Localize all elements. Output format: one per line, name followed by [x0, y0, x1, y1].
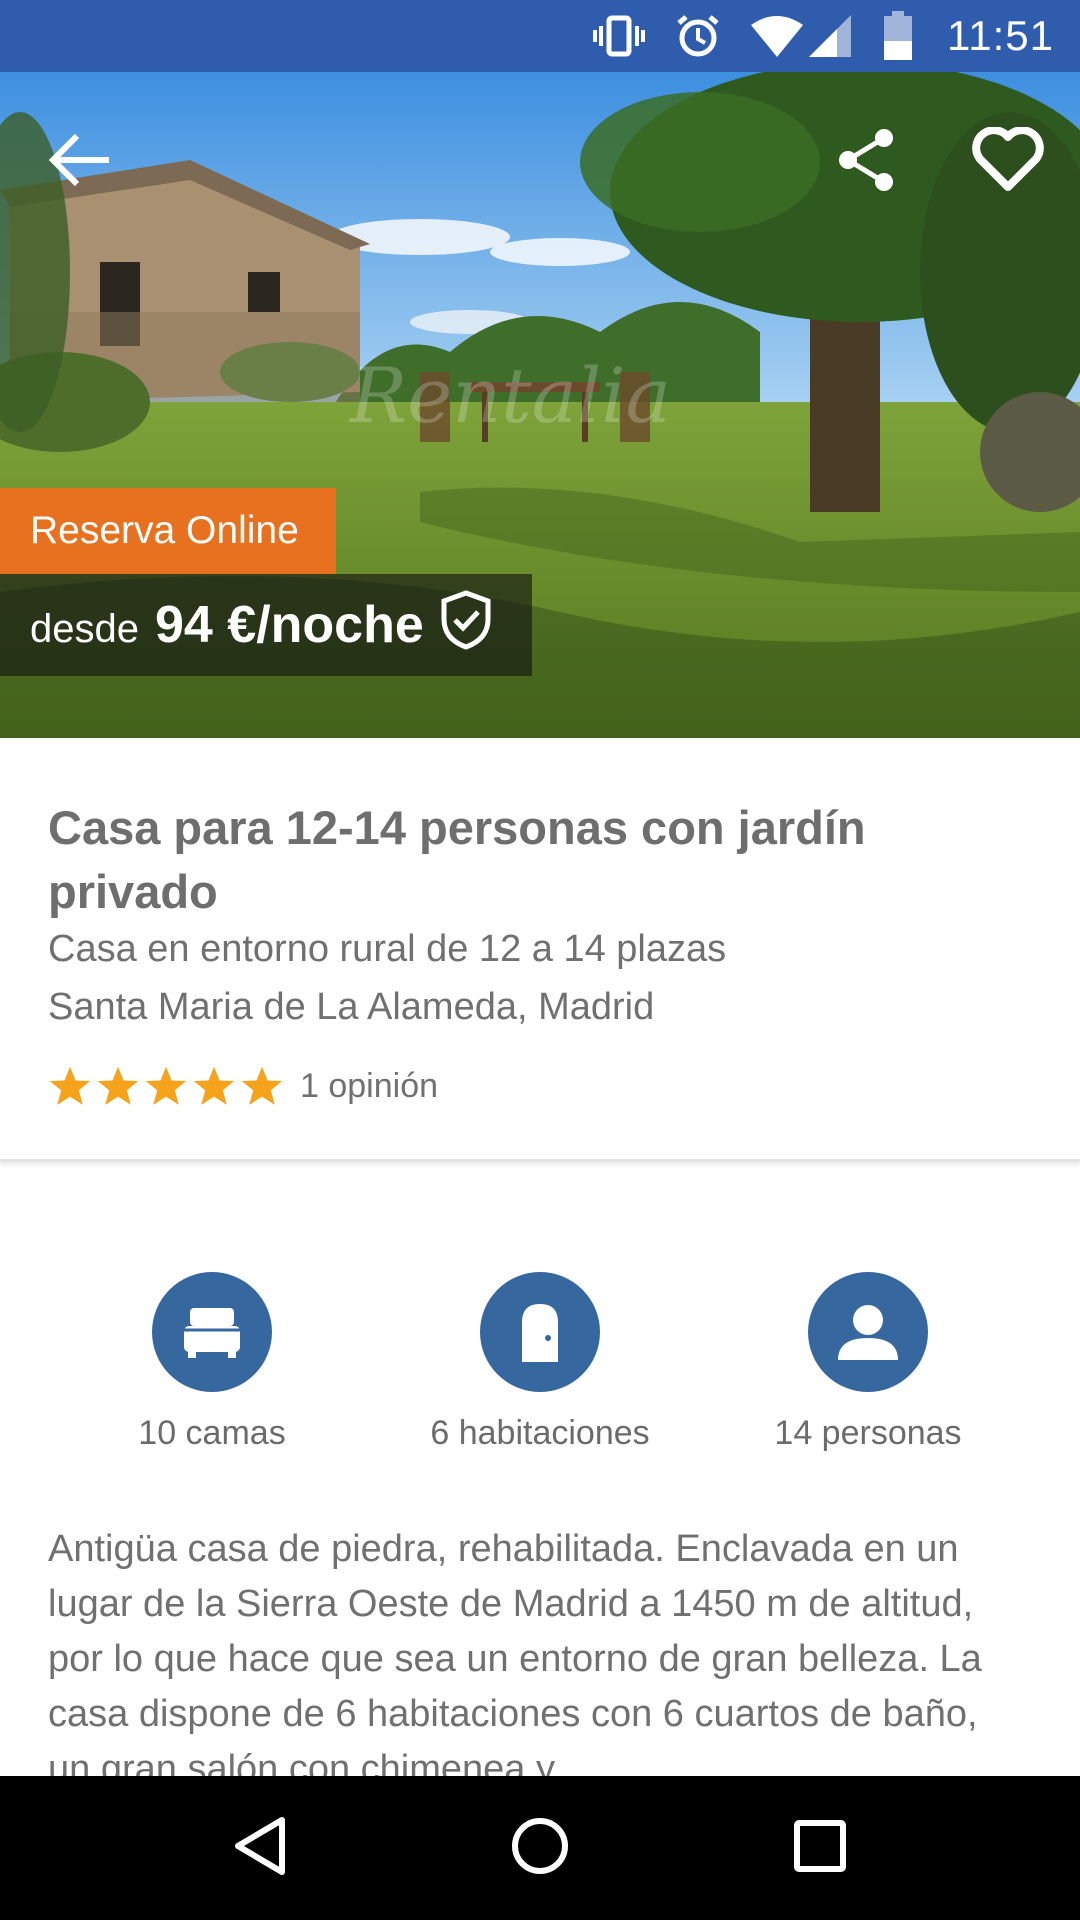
listing-title: Casa para 12-14 personas con jardín priv… [48, 801, 866, 918]
opinions-count: 1 opinión [300, 1066, 439, 1105]
online-booking-badge: Reserva Online [0, 488, 336, 574]
feature-beds: 10 camas [62, 1272, 362, 1453]
person-icon [808, 1272, 928, 1392]
rooms-label: 6 habitaciones [430, 1414, 650, 1452]
online-booking-label: Reserva Online [30, 509, 299, 552]
feature-guests: 14 personas [718, 1272, 1018, 1453]
nav-recents-icon [793, 1819, 847, 1878]
rating-row[interactable]: 1 opinión [48, 1064, 438, 1108]
nav-back-button[interactable] [205, 1793, 315, 1903]
heart-icon [971, 125, 1045, 198]
vibrate-icon [593, 14, 645, 58]
shield-check-icon [438, 589, 494, 656]
rating-stars [48, 1064, 288, 1108]
star-icon [97, 1066, 139, 1105]
features-row: 10 camas 6 habitaciones 14 personas [0, 1272, 1080, 1462]
price-amount: 94 €/noche [154, 596, 424, 654]
star-icon [145, 1066, 187, 1105]
watermark: Rentalia [348, 351, 671, 440]
favorite-button[interactable] [958, 112, 1058, 212]
bed-icon [152, 1272, 272, 1392]
star-icon [49, 1066, 91, 1105]
clock: 11:51 [947, 12, 1054, 59]
door-icon [480, 1272, 600, 1392]
price-box: desde 94 €/noche [0, 574, 532, 676]
price-prefix: desde [30, 606, 139, 651]
listing-location: Santa Maria de La Alameda, Madrid [48, 986, 655, 1028]
listing-subtitle: Casa en entorno rural de 12 a 14 plazas [48, 928, 727, 970]
status-bar: 11:51 [0, 0, 1080, 72]
system-nav-bar [0, 1776, 1080, 1920]
alarm-icon [675, 13, 721, 59]
nav-home-button[interactable] [485, 1793, 595, 1903]
nav-recents-button[interactable] [765, 1793, 875, 1903]
listing-info: Casa para 12-14 personas con jardín priv… [0, 738, 1080, 1162]
back-arrow-icon [47, 132, 113, 193]
share-icon [836, 128, 896, 197]
star-icon [241, 1066, 283, 1105]
listing-photo[interactable]: Rentalia Reserva Online desde 94 €/noche [0, 72, 1080, 738]
guests-label: 14 personas [774, 1414, 962, 1452]
share-button[interactable] [816, 112, 916, 212]
feature-rooms: 6 habitaciones [390, 1272, 690, 1453]
signal-icon [807, 13, 853, 59]
beds-label: 10 camas [138, 1414, 286, 1452]
nav-home-icon [510, 1816, 570, 1881]
listing-description: Antigüa casa de piedra, rehabilitada. En… [48, 1528, 982, 1790]
battery-icon [883, 11, 913, 61]
wifi-icon [751, 15, 803, 57]
nav-back-icon [232, 1816, 288, 1881]
back-button[interactable] [30, 112, 130, 212]
star-icon [193, 1066, 235, 1105]
